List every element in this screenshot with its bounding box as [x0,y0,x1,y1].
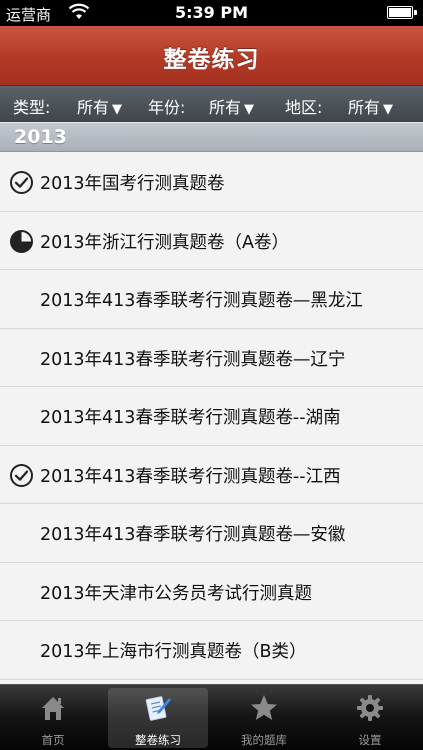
list-item[interactable]: 2013年上海市行测真题卷（B类） [0,621,423,680]
check-circle-icon [10,171,33,194]
list-item[interactable]: 2013年413春季联考行测真题卷--江西 [0,445,423,504]
filter-type-dropdown[interactable]: 所有 ▼ [77,94,122,118]
tab-my-question-bank[interactable]: 我的题库 [214,685,314,750]
dropdown-arrow-icon: ▼ [112,102,123,117]
paper-title: 2013年上海市行测真题卷（B类） [40,642,307,662]
tab-paper-practice[interactable]: 整卷练习 [108,688,208,748]
paper-title: 2013年413春季联考行测真题卷—安徽 [40,525,346,545]
filter-type-value: 所有 [77,98,110,117]
list-item[interactable]: 2013年天津市公务员考试行测真题 [0,562,423,621]
dropdown-arrow-icon: ▼ [244,102,255,117]
check-circle-icon [10,463,33,487]
filter-year-dropdown[interactable]: 所有 ▼ [209,94,254,118]
paper-title: 2013年浙江行测真题卷（A卷） [40,232,290,253]
dropdown-arrow-icon: ▼ [383,102,394,117]
paper-title: 2013年413春季联考行测真题卷--湖南 [40,408,341,428]
star-icon [251,695,277,720]
paper-title: 2013年天津市公务员考试行测真题 [40,583,313,604]
filter-region-dropdown[interactable]: 所有 ▼ [348,94,393,118]
tab-label: 设置 [358,733,382,747]
list-item[interactable]: 2013年413春季联考行测真题卷—安徽 [0,504,423,563]
pie-progress-icon [10,229,33,253]
filter-year-label: 年份: [148,98,186,117]
paper-list: 2013年国考行测真题卷 2013年浙江行测真题卷（A卷） 2013年413春季… [0,153,423,680]
list-item[interactable]: 2013年国考行测真题卷 [0,153,423,212]
paper-title: 2013年413春季联考行测真题卷--江西 [40,466,341,487]
list-item[interactable]: 2013年浙江行测真题卷（A卷） [0,211,423,270]
status-bar: 运营商 5:39 PM [0,0,423,26]
tab-bar: 首页 整卷练习 我的题库 设置 [0,684,423,750]
paper-pen-icon [145,696,171,721]
home-icon [42,697,64,720]
filter-region-value: 所有 [348,98,381,117]
navigation-bar: 整卷练习 [0,26,423,86]
battery-icon [387,6,417,19]
filter-year-value: 所有 [209,98,242,117]
paper-title: 2013年413春季联考行测真题卷—黑龙江 [40,291,363,311]
clock: 5:39 PM [174,3,248,22]
tab-label: 我的题库 [241,733,287,747]
section-title: 2013 [14,126,67,148]
list-item[interactable]: 2013年413春季联考行测真题卷--湖南 [0,387,423,446]
paper-title: 2013年413春季联考行测真题卷—辽宁 [40,349,346,370]
filter-bar: 类型: 所有 ▼ 年份: 所有 ▼ 地区: 所有 ▼ [0,86,423,122]
paper-title: 2013年国考行测真题卷 [40,174,225,194]
section-header: 2013 [0,122,423,152]
tab-label: 首页 [41,733,65,747]
filter-region-label: 地区: [285,98,323,117]
gear-icon [357,695,383,721]
page-title: 整卷练习 [163,47,260,73]
tab-home[interactable]: 首页 [3,685,103,750]
list-item[interactable]: 2013年413春季联考行测真题卷—辽宁 [0,328,423,387]
filter-type-label: 类型: [13,98,51,117]
list-item[interactable]: 2013年413春季联考行测真题卷—黑龙江 [0,270,423,329]
tab-label: 整卷练习 [135,733,181,747]
tab-settings[interactable]: 设置 [320,685,420,750]
